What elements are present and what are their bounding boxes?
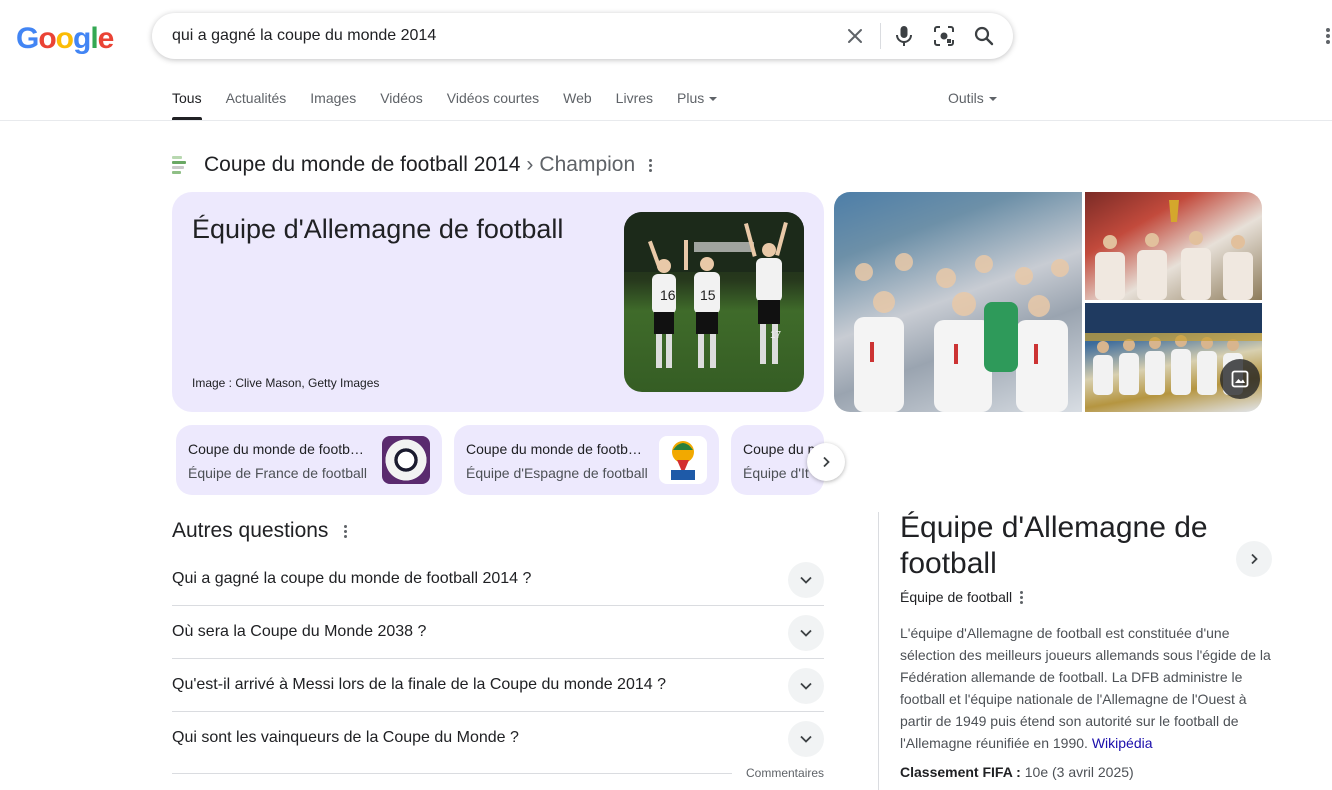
logo-letter: l — [90, 22, 98, 55]
gallery-image-celebration[interactable] — [834, 192, 1082, 412]
logo-letter: o — [38, 22, 56, 55]
tab-books[interactable]: Livres — [616, 90, 653, 120]
topic-header: Coupe du monde de football 2014 › Champi… — [172, 153, 653, 177]
fifa-ranking-fact: Classement FIFA : 10e (3 avril 2025) — [900, 764, 1134, 780]
image-gallery[interactable] — [834, 192, 1262, 412]
svg-text:15: 15 — [700, 287, 716, 303]
logo-letter: o — [55, 22, 74, 55]
tools-label: Outils — [948, 90, 984, 106]
topic-subtitle: Champion — [539, 153, 636, 176]
knowledge-panel-description: L'équipe d'Allemagne de football est con… — [900, 622, 1276, 754]
paa-question-text: Où sera la Coupe du Monde 2038 ? — [172, 623, 427, 640]
answer-card[interactable]: Équipe d'Allemagne de football Image : C… — [172, 192, 824, 412]
topic-favicon-icon — [172, 154, 188, 176]
answer-title: Équipe d'Allemagne de football — [192, 214, 564, 244]
topic-separator: › — [526, 153, 534, 176]
search-tabs: Tous Actualités Images Vidéos Vidéos cou… — [172, 90, 741, 120]
chip-title: Coupe du monde de footb… — [466, 441, 642, 457]
description-text: L'équipe d'Allemagne de football est con… — [900, 625, 1271, 751]
search-icon[interactable] — [972, 24, 996, 48]
chip-answer: Équipe d'Espagne de football — [466, 465, 648, 481]
chevron-down-icon[interactable] — [788, 615, 824, 651]
paa-question[interactable]: Qui a gagné la coupe du monde de footbal… — [172, 553, 824, 606]
paa-question[interactable]: Où sera la Coupe du Monde 2038 ? — [172, 606, 824, 659]
tab-news[interactable]: Actualités — [226, 90, 287, 120]
chevron-right-icon — [1251, 553, 1258, 565]
chip-title: Coupe du monde de footb… — [188, 441, 364, 457]
more-vert-icon[interactable] — [1020, 590, 1024, 604]
tabs-divider — [0, 120, 1332, 121]
feedback-link[interactable]: Commentaires — [746, 766, 824, 780]
paa-question[interactable]: Qu'est-il arrivé à Messi lors de la fina… — [172, 659, 824, 712]
paa-divider — [172, 773, 732, 774]
tab-more-label: Plus — [677, 90, 705, 106]
search-input[interactable] — [172, 25, 812, 47]
clear-icon[interactable] — [843, 24, 867, 48]
logo-letter: g — [73, 22, 91, 55]
entity-type: Équipe de football — [900, 589, 1013, 605]
related-chip-spain[interactable]: Coupe du monde de footb… Équipe d'Espagn… — [454, 425, 719, 495]
chip-thumbnail-ball — [382, 436, 430, 484]
tab-short-videos[interactable]: Vidéos courtes — [447, 90, 539, 120]
answer-image[interactable]: 16 15 17 — [624, 212, 804, 392]
tools-button[interactable]: Outils — [948, 90, 997, 106]
tab-more[interactable]: Plus — [677, 90, 718, 120]
paa-question-text: Qui sont les vainqueurs de la Coupe du M… — [172, 729, 519, 746]
paa-heading: Autres questions — [172, 519, 348, 543]
chip-carousel-next-button[interactable] — [807, 443, 845, 481]
search-box — [152, 13, 1013, 59]
tab-images[interactable]: Images — [310, 90, 356, 120]
knowledge-panel-divider — [878, 512, 879, 790]
google-logo[interactable]: Google — [16, 22, 115, 56]
knowledge-panel-next-button[interactable] — [1236, 541, 1272, 577]
mic-icon[interactable] — [892, 24, 916, 48]
more-vert-icon[interactable] — [649, 158, 653, 172]
more-vert-icon[interactable] — [344, 524, 348, 538]
related-chip-france[interactable]: Coupe du monde de footb… Équipe de Franc… — [176, 425, 442, 495]
paa-question-text: Qui a gagné la coupe du monde de footbal… — [172, 570, 532, 587]
tab-all[interactable]: Tous — [172, 90, 202, 120]
topic-title[interactable]: Coupe du monde de football 2014 — [204, 153, 520, 177]
paa-question[interactable]: Qui sont les vainqueurs de la Coupe du M… — [172, 712, 824, 765]
wikipedia-link[interactable]: Wikipédia — [1092, 735, 1153, 751]
image-gallery-icon[interactable] — [1220, 359, 1260, 399]
chip-thumbnail-logo — [659, 436, 707, 484]
chevron-down-icon[interactable] — [788, 721, 824, 757]
apps-icon[interactable] — [1318, 24, 1332, 48]
tab-videos[interactable]: Vidéos — [380, 90, 423, 120]
chevron-down-icon — [709, 97, 718, 102]
svg-text:17: 17 — [770, 330, 782, 341]
fact-label: Classement FIFA : — [900, 764, 1021, 780]
paa-question-text: Qu'est-il arrivé à Messi lors de la fina… — [172, 676, 666, 693]
svg-text:16: 16 — [660, 287, 676, 303]
search-divider — [880, 23, 881, 49]
lens-icon[interactable] — [932, 24, 956, 48]
chevron-down-icon[interactable] — [788, 668, 824, 704]
tab-web[interactable]: Web — [563, 90, 592, 120]
fact-value: 10e (3 avril 2025) — [1024, 764, 1134, 780]
image-credit: Image : Clive Mason, Getty Images — [192, 376, 380, 390]
chevron-right-icon — [823, 456, 830, 468]
paa-title: Autres questions — [172, 519, 329, 542]
knowledge-panel-subtitle: Équipe de football — [900, 589, 1024, 605]
logo-letter: e — [97, 22, 115, 55]
chip-answer: Équipe de France de football — [188, 465, 368, 481]
chip-answer: Équipe d'It — [743, 465, 809, 481]
logo-letter: G — [16, 22, 39, 55]
knowledge-panel-title: Équipe d'Allemagne de football — [900, 511, 1208, 580]
chevron-down-icon[interactable] — [788, 562, 824, 598]
chevron-down-icon — [988, 97, 997, 102]
gallery-image-trophy[interactable] — [1085, 192, 1262, 300]
